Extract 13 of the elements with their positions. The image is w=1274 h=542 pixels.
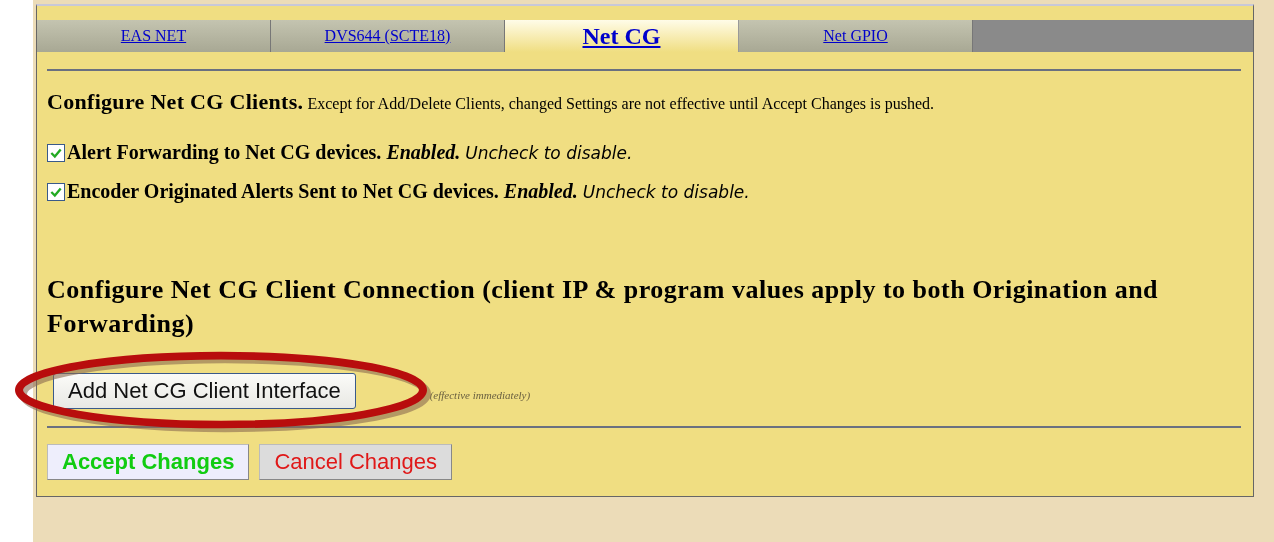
tab[interactable]: Net GPIO xyxy=(739,20,973,52)
add-client-button[interactable]: Add Net CG Client Interface xyxy=(53,373,356,409)
cancel-button[interactable]: Cancel Changes xyxy=(259,444,453,480)
connection-heading: Configure Net CG Client Connection (client IP & program values apply to both Origination and Forwarding) xyxy=(47,274,1160,340)
tab[interactable]: DVS644 (SCTE18) xyxy=(271,20,505,52)
checkbox[interactable] xyxy=(47,143,65,162)
add-note: (effective immediately) xyxy=(429,389,531,401)
tab[interactable]: EAS NET xyxy=(37,20,271,52)
tab[interactable]: Net CG xyxy=(505,20,739,52)
option-label: Alert Forwarding to Net CG devices. Enabled. Uncheck to disable. xyxy=(67,141,633,164)
checkbox[interactable] xyxy=(47,182,65,201)
clients-heading: Configure Net CG Clients. Except for Add/Delete Clients, changed Settings are not effective until Accept Changes is pushed. xyxy=(47,89,936,115)
option-label: Encoder Originated Alerts Sent to Net CG devices. Enabled. Uncheck to disable. xyxy=(67,180,750,203)
